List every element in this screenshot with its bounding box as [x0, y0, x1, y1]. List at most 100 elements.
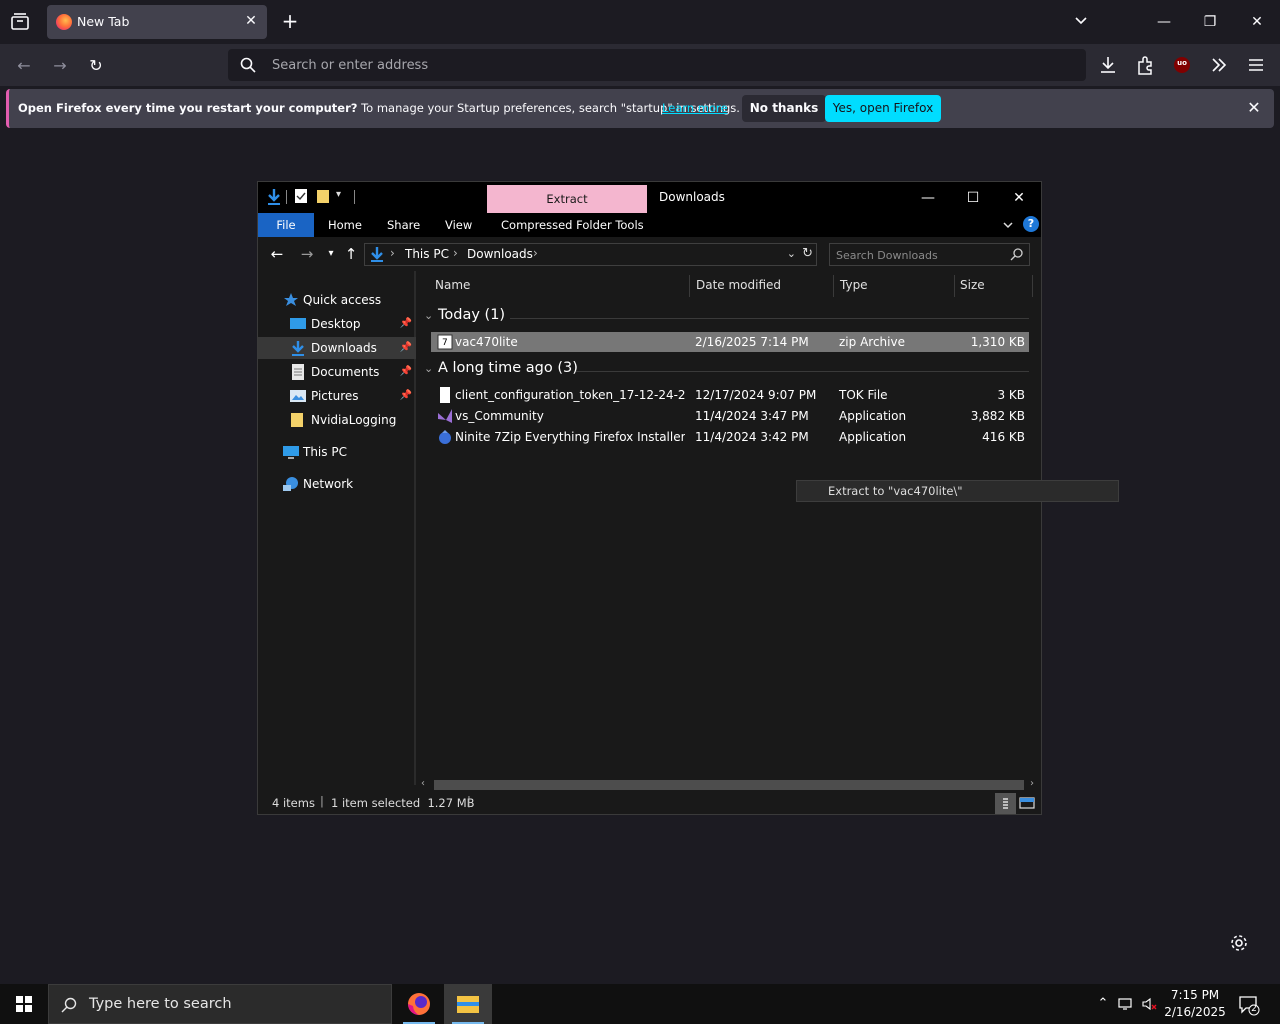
- expand-ribbon-chevron-icon[interactable]: [1001, 218, 1015, 232]
- back-arrow-icon[interactable]: ←: [266, 243, 288, 265]
- breadcrumb-downloads[interactable]: Downloads: [467, 247, 533, 261]
- back-arrow-icon[interactable]: ←: [10, 52, 38, 80]
- large-icons-view-icon[interactable]: [1018, 795, 1036, 811]
- file-row-vs-community[interactable]: vs_Community 11/4/2024 3:47 PM Applicati…: [431, 406, 1029, 426]
- nav-downloads[interactable]: Downloads 📌: [258, 337, 416, 359]
- more-tools-chevrons-icon[interactable]: [1207, 53, 1231, 77]
- browser-tabstrip: New Tab ✕ + — ❐ ✕: [0, 0, 1280, 44]
- list-all-tabs-chevron-icon[interactable]: [1072, 12, 1090, 30]
- ribbon-tab-home[interactable]: Home: [328, 213, 362, 237]
- details-view-icon[interactable]: [995, 793, 1016, 814]
- explorer-minimize-button[interactable]: —: [908, 186, 948, 210]
- column-header-size[interactable]: Size: [960, 278, 985, 302]
- file-row-vac470lite[interactable]: 7 vac470lite 2/16/2025 7:14 PM zip Archi…: [431, 332, 1029, 352]
- status-bar: 4 items | 1 item selected 1.27 MB |: [258, 793, 1041, 814]
- volume-muted-icon[interactable]: [1141, 996, 1157, 1012]
- extract-tooltip[interactable]: Extract to "vac470lite\": [796, 480, 1119, 502]
- learn-more-link[interactable]: Learn more: [662, 101, 728, 115]
- windows-taskbar: Type here to search ⌃ 7:15 PM 2/16/2025 …: [0, 984, 1280, 1024]
- scroll-left-arrow-icon[interactable]: ‹: [421, 778, 425, 789]
- search-downloads-box[interactable]: [829, 243, 1030, 266]
- recent-locations-chevron-icon[interactable]: ▾: [320, 243, 342, 265]
- nav-desktop[interactable]: Desktop 📌: [258, 313, 416, 335]
- downloads-icon[interactable]: [1096, 53, 1120, 77]
- notification-center-icon[interactable]: 2: [1238, 994, 1260, 1016]
- group-header-long-time-ago[interactable]: ⌄ A long time ago (3): [424, 360, 578, 376]
- item-count: 4 items: [272, 796, 315, 810]
- ribbon-tab-compressed-folder-tools[interactable]: Compressed Folder Tools: [501, 213, 644, 237]
- taskbar-clock[interactable]: 7:15 PM 2/16/2025: [1160, 987, 1230, 1021]
- tab-new-tab[interactable]: New Tab ✕: [47, 5, 267, 39]
- ribbon-tab-view[interactable]: View: [445, 213, 472, 237]
- file-row-client-configuration-token[interactable]: client_configuration_token_17-12-24-21-.…: [431, 385, 1029, 405]
- nav-label: Desktop: [311, 317, 361, 331]
- nav-pictures[interactable]: Pictures 📌: [258, 385, 416, 407]
- file-name: vac470lite: [455, 335, 518, 349]
- restore-button[interactable]: ❐: [1190, 8, 1230, 36]
- notification-close-icon[interactable]: ✕: [1244, 98, 1264, 118]
- customize-qat-chevron-icon[interactable]: ▾: [336, 189, 341, 200]
- url-bar[interactable]: [228, 49, 1086, 81]
- group-title: Today (1): [438, 307, 506, 323]
- no-thanks-button[interactable]: No thanks: [742, 95, 826, 122]
- ninite-icon: [437, 429, 453, 445]
- url-input[interactable]: [272, 53, 1052, 77]
- hamburger-menu-icon[interactable]: [1244, 53, 1268, 77]
- nav-nvidialogging[interactable]: NvidiaLogging: [258, 409, 416, 431]
- scroll-right-arrow-icon[interactable]: ›: [1030, 778, 1034, 789]
- forward-arrow-icon[interactable]: →: [46, 52, 74, 80]
- new-folder-icon[interactable]: [316, 188, 330, 207]
- taskbar-search-placeholder: Type here to search: [89, 996, 232, 1012]
- file-type: Application: [839, 409, 907, 423]
- customize-gear-icon[interactable]: [1229, 933, 1249, 953]
- column-header-type[interactable]: Type: [840, 278, 868, 302]
- ribbon-tab-share[interactable]: Share: [387, 213, 420, 237]
- yes-open-firefox-button[interactable]: Yes, open Firefox: [825, 95, 941, 122]
- explorer-close-button[interactable]: ✕: [999, 186, 1039, 210]
- file-row-ninite-installer[interactable]: Ninite 7Zip Everything Firefox Installer…: [431, 427, 1029, 447]
- desktop-icon: [290, 316, 306, 332]
- taskbar-firefox[interactable]: [395, 984, 443, 1024]
- up-arrow-icon[interactable]: ↑: [340, 243, 362, 265]
- file-name: Ninite 7Zip Everything Firefox Installer: [455, 430, 685, 444]
- firefox-view-icon[interactable]: [8, 10, 32, 34]
- tab-close-icon[interactable]: ✕: [243, 13, 259, 29]
- selection-info: 1 item selected 1.27 MB: [331, 796, 475, 810]
- search-icon: [1010, 247, 1024, 261]
- nav-this-pc[interactable]: This PC: [258, 441, 416, 463]
- address-dropdown-chevron-icon[interactable]: ⌄: [787, 247, 796, 260]
- refresh-icon[interactable]: ↻: [802, 246, 813, 261]
- search-downloads-input[interactable]: [836, 247, 1006, 263]
- ribbon-tab-file[interactable]: File: [258, 213, 314, 237]
- reload-icon[interactable]: ↻: [82, 52, 110, 80]
- taskbar-search-box[interactable]: Type here to search: [48, 984, 392, 1024]
- forward-arrow-icon[interactable]: →: [296, 243, 318, 265]
- network-status-icon[interactable]: [1118, 996, 1134, 1012]
- ublock-origin-icon[interactable]: uo: [1170, 53, 1194, 77]
- new-tab-button[interactable]: +: [280, 11, 300, 31]
- horizontal-scrollbar[interactable]: ‹ ›: [258, 778, 1041, 792]
- collapse-chevron-icon: ⌄: [424, 309, 434, 322]
- help-icon[interactable]: ?: [1023, 216, 1039, 232]
- minimize-button[interactable]: —: [1144, 8, 1184, 36]
- nav-quick-access[interactable]: Quick access: [258, 289, 416, 311]
- window-close-button[interactable]: ✕: [1237, 8, 1277, 36]
- taskbar-file-explorer[interactable]: [444, 984, 492, 1024]
- nav-label: NvidiaLogging: [311, 413, 397, 427]
- properties-check-icon[interactable]: [294, 188, 308, 207]
- nav-documents[interactable]: Documents 📌: [258, 361, 416, 383]
- explorer-maximize-button[interactable]: ☐: [953, 186, 993, 210]
- nav-network[interactable]: Network: [258, 473, 416, 495]
- extensions-puzzle-icon[interactable]: [1133, 53, 1157, 77]
- extract-context-tab[interactable]: Extract: [487, 185, 647, 213]
- column-header-date-modified[interactable]: Date modified: [696, 278, 781, 302]
- address-bar[interactable]: › This PC › Downloads › ⌄ ↻: [364, 243, 817, 266]
- windows-start-icon[interactable]: [0, 984, 48, 1024]
- scrollbar-thumb[interactable]: [434, 780, 1024, 790]
- group-title: A long time ago (3): [438, 360, 578, 376]
- documents-icon: [290, 364, 306, 380]
- column-header-name[interactable]: Name: [435, 278, 470, 302]
- tray-overflow-chevron-icon[interactable]: ⌃: [1095, 996, 1111, 1012]
- group-header-today[interactable]: ⌄ Today (1): [424, 307, 505, 323]
- breadcrumb-this-pc[interactable]: This PC: [405, 247, 449, 261]
